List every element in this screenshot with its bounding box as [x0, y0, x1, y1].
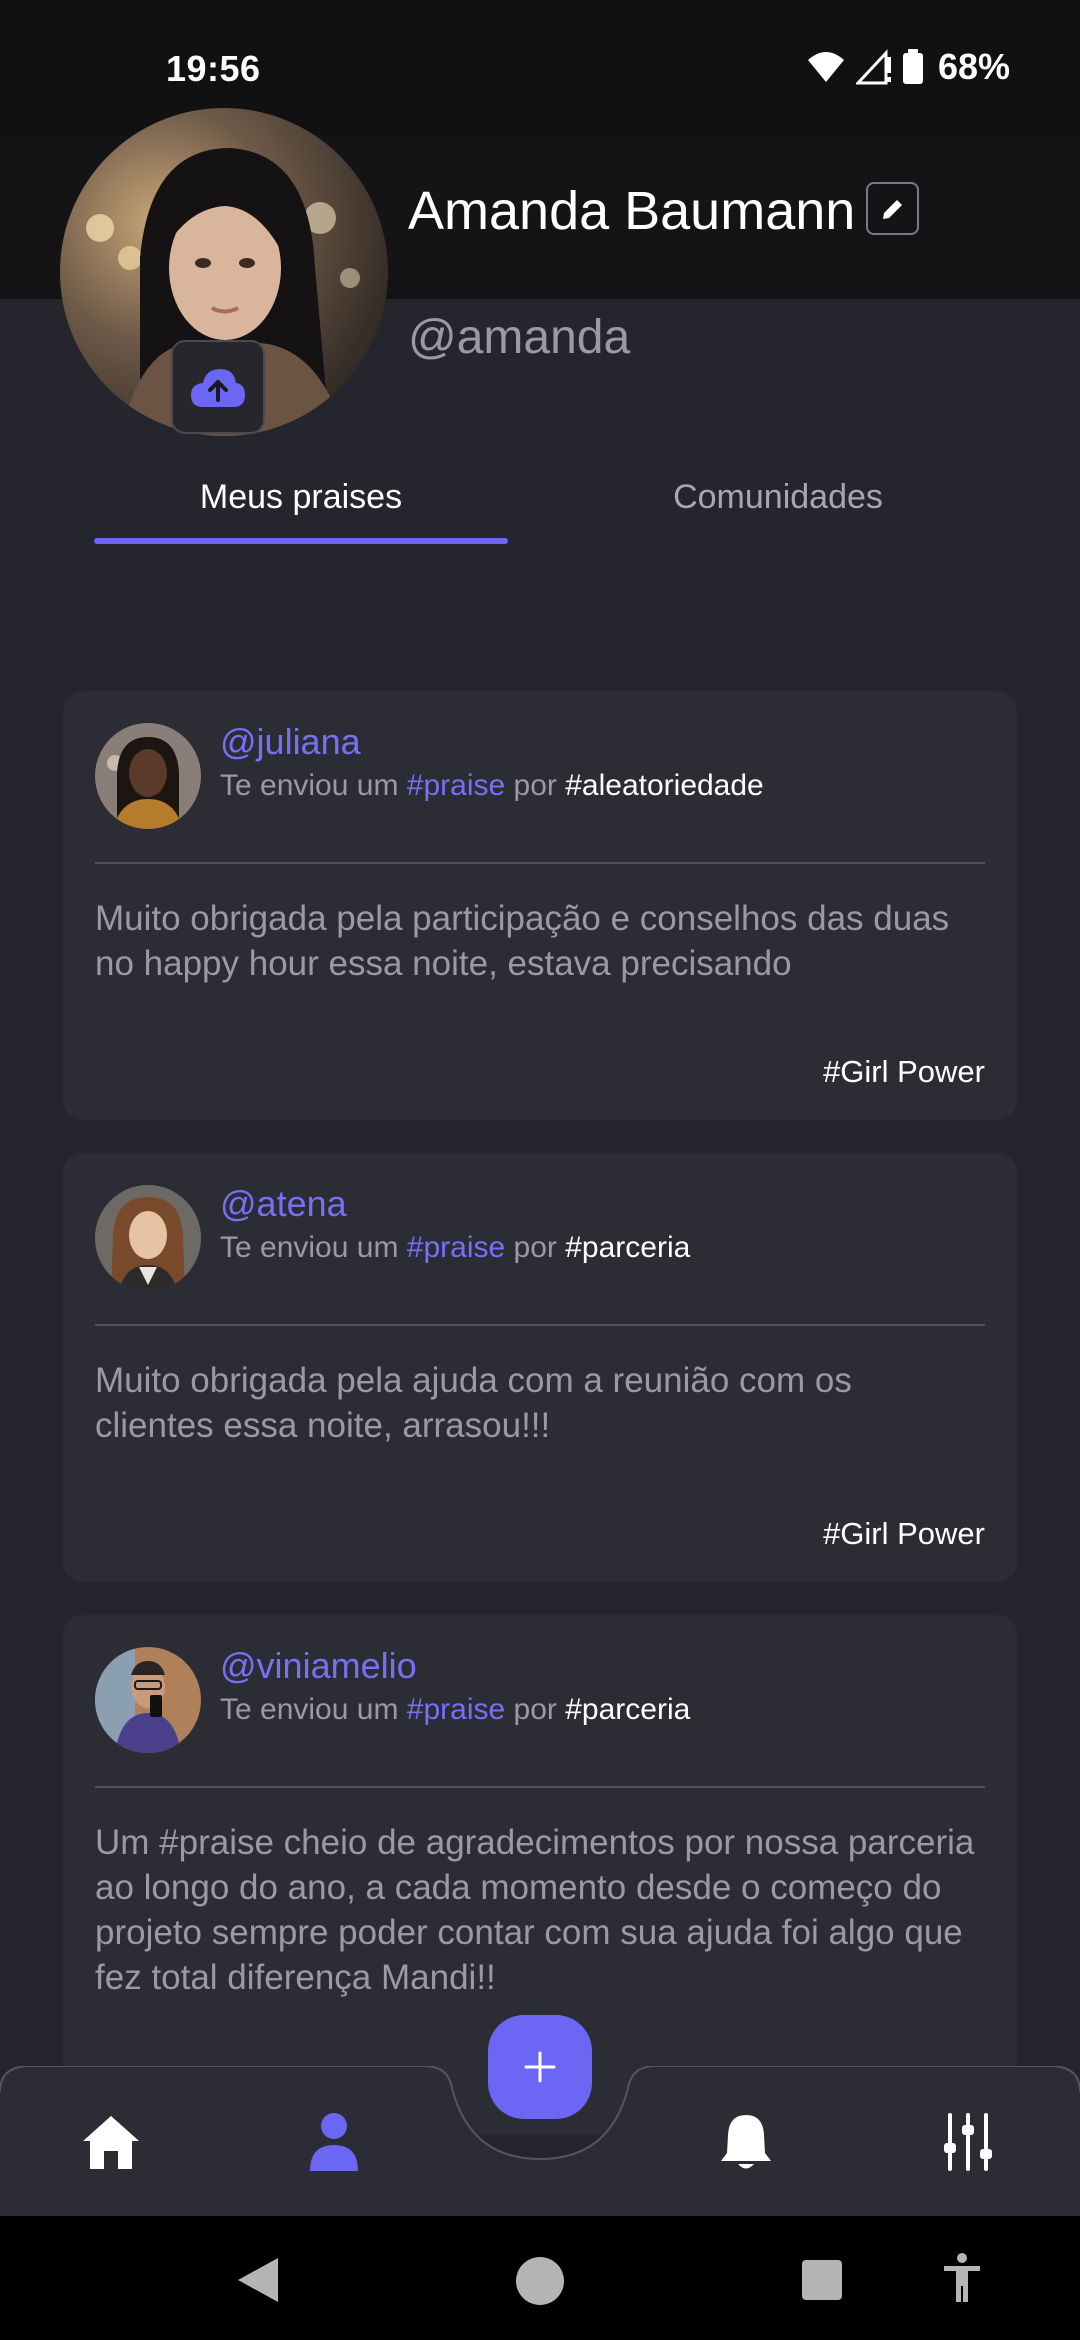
cell-signal-icon — [855, 49, 891, 85]
sent-text: Te enviou um — [220, 1693, 399, 1726]
status-icons: 68% — [806, 46, 1010, 88]
card-divider — [95, 1786, 985, 1788]
edit-profile-button[interactable] — [866, 182, 919, 235]
plus-icon — [524, 2051, 556, 2083]
profile-name: Amanda Baumann — [408, 181, 856, 241]
sender-avatar[interactable] — [95, 1185, 201, 1291]
praise-subtitle: Te enviou um #praise por #aleatoriedade — [220, 769, 764, 803]
praise-link[interactable]: #praise — [407, 1693, 505, 1726]
status-bar: 19:56 68% — [0, 0, 1080, 135]
sent-text: Te enviou um — [220, 769, 399, 802]
recents-icon[interactable] — [802, 2260, 842, 2300]
card-divider — [95, 1324, 985, 1326]
battery-icon — [902, 49, 923, 84]
sent-text: Te enviou um — [220, 1231, 399, 1264]
cloud-upload-icon — [191, 369, 245, 407]
praise-card[interactable]: @atena Te enviou um #praise por #parceri… — [63, 1153, 1017, 1582]
community-badge[interactable]: #Girl Power — [823, 1516, 985, 1552]
category-tag[interactable]: #aleatoriedade — [565, 769, 764, 802]
praise-message: Um #praise cheio de agradecimentos por n… — [95, 1823, 975, 1997]
praise-card[interactable]: @juliana Te enviou um #praise por #aleat… — [63, 691, 1017, 1120]
praise-subtitle: Te enviou um #praise por #parceria — [220, 1231, 690, 1265]
por-text: por — [513, 769, 557, 802]
card-divider — [95, 862, 985, 864]
sender-photo — [95, 1647, 201, 1753]
nav-notifications[interactable] — [706, 2102, 786, 2182]
praise-message: Muito obrigada pela ajuda com a reunião … — [95, 1361, 852, 1445]
por-text: por — [513, 1231, 557, 1264]
battery-percentage: 68% — [937, 46, 1010, 87]
home-circle-icon[interactable] — [515, 2256, 565, 2306]
community-badge[interactable]: #Girl Power — [823, 1054, 985, 1090]
category-tag[interactable]: #parceria — [565, 1231, 690, 1264]
profile-handle: @amanda — [408, 311, 631, 364]
praise-message: Muito obrigada pela participação e conse… — [95, 899, 950, 983]
pencil-icon — [882, 199, 902, 219]
sender-username[interactable]: @juliana — [220, 721, 361, 763]
category-tag[interactable]: #parceria — [565, 1693, 690, 1726]
tab-meus-praises[interactable]: Meus praises — [94, 478, 508, 517]
screen: 19:56 68% Amanda Baumann @amanda Meus pr… — [0, 0, 1080, 2340]
profile-icon — [310, 2113, 358, 2171]
active-tab-indicator — [94, 538, 508, 544]
sender-photo — [95, 1185, 201, 1291]
back-icon[interactable] — [236, 2256, 280, 2304]
praise-link[interactable]: #praise — [407, 1231, 505, 1264]
home-icon — [83, 2116, 139, 2169]
bell-icon — [721, 2115, 771, 2169]
status-time: 19:56 — [166, 48, 261, 89]
por-text: por — [513, 1693, 557, 1726]
nav-home[interactable] — [71, 2102, 151, 2182]
tab-comunidades[interactable]: Comunidades — [568, 478, 988, 517]
praise-subtitle: Te enviou um #praise por #parceria — [220, 1693, 690, 1727]
sender-photo — [95, 723, 201, 829]
nav-profile[interactable] — [294, 2102, 374, 2182]
sender-avatar[interactable] — [95, 1647, 201, 1753]
system-navigation-bar — [0, 2216, 1080, 2340]
sender-username[interactable]: @viniamelio — [220, 1645, 417, 1687]
wifi-icon — [807, 52, 844, 82]
sender-avatar[interactable] — [95, 723, 201, 829]
sliders-icon — [944, 2113, 992, 2171]
nav-settings[interactable] — [928, 2102, 1008, 2182]
praise-link[interactable]: #praise — [407, 769, 505, 802]
accessibility-icon[interactable] — [942, 2252, 982, 2304]
upload-photo-button[interactable] — [171, 340, 265, 434]
sender-username[interactable]: @atena — [220, 1183, 347, 1225]
add-praise-button[interactable] — [488, 2015, 592, 2119]
